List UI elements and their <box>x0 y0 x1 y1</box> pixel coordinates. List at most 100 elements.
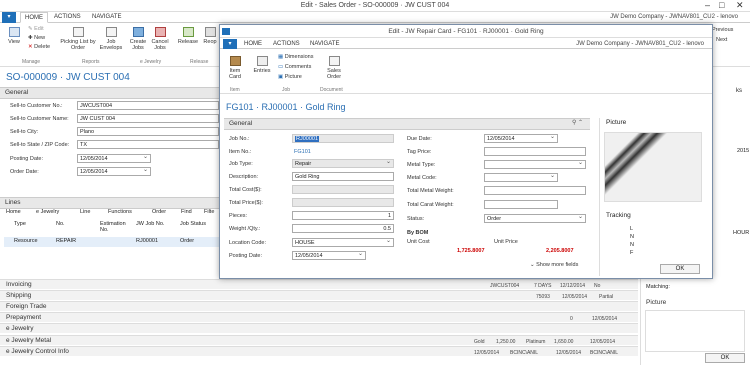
posting-date-select[interactable]: 12/05/2014 <box>292 250 366 260</box>
lines-tool-ejewelry[interactable]: e Jewelry <box>36 209 59 215</box>
lines-tool-home[interactable]: Home <box>6 209 21 215</box>
item-card-label: Item Card <box>229 68 241 80</box>
dialog-tab-home[interactable]: HOME <box>240 39 266 49</box>
field-label: Sell-to Customer No.: <box>10 103 63 109</box>
weight-input[interactable]: 0.5 <box>292 224 394 233</box>
dialog-ribbon: Item Card Entries ▦ Dimensions ▭ Comment… <box>220 50 712 94</box>
posting-date-input[interactable]: 12/05/2014 <box>77 153 151 163</box>
general-fields: Sell-to Customer No.: JWCUST004 Sell-to … <box>0 99 220 181</box>
field-label: Weight /Qty.: <box>229 226 261 232</box>
sales-order-button[interactable]: Sales Order <box>324 56 344 80</box>
fasttab-5[interactable]: e Jewelry Metal Gold 1,250.00 Platinum 1,650… <box>0 335 638 345</box>
previous-button[interactable]: Previous <box>712 27 733 33</box>
lines-section-header[interactable]: Lines <box>0 197 219 209</box>
pieces-input[interactable]: 1 <box>292 211 394 220</box>
dialog-tab-navigate[interactable]: NAVIGATE <box>306 39 343 49</box>
customer-name-input[interactable]: JW CUST 004 <box>77 114 219 123</box>
item-card-button[interactable]: Item Card <box>226 56 244 80</box>
tab-home[interactable]: HOME <box>20 12 48 23</box>
fasttab-label: Invoicing <box>6 281 32 288</box>
lines-toolbar: Home e Jewelry Line Functions Order Find… <box>4 209 219 218</box>
lines-tool-line[interactable]: Line <box>80 209 90 215</box>
state-input[interactable]: TX <box>77 140 219 149</box>
tracking-row: L <box>630 226 634 232</box>
picking-list-button[interactable]: Picking List by Order <box>60 27 96 51</box>
item-card-icon <box>229 56 241 66</box>
field-label: Total Price($): <box>229 200 263 206</box>
right-ok-button[interactable]: OK <box>705 353 745 363</box>
close-button[interactable]: ✕ <box>736 0 744 11</box>
due-date-select[interactable]: 12/05/2014 <box>484 133 558 143</box>
description-input[interactable]: Gold Ring <box>292 172 394 181</box>
dialog-general-tools[interactable]: ⚲ ⌃ <box>572 119 583 126</box>
fasttab-value: 12/05/2014 <box>474 350 500 356</box>
field-label: Sell-to Customer Name: <box>10 116 69 122</box>
show-more-fields-link[interactable]: ⌄ Show more fields <box>530 262 578 268</box>
dialog-ok-button[interactable]: OK <box>660 264 700 274</box>
tag-price-input[interactable] <box>484 147 586 156</box>
dialog-tab-actions[interactable]: ACTIONS <box>269 39 304 49</box>
maximize-button[interactable]: □ <box>719 0 724 11</box>
release-button[interactable]: Release <box>177 27 199 45</box>
file-menu-button[interactable]: ▾ <box>2 12 16 23</box>
repair-card-dialog: Edit - JW Repair Card - FG101 · RJ00001 … <box>219 24 713 279</box>
unit-price-value: 2,205.8007 <box>546 248 574 254</box>
edit-button[interactable]: ✎ Edit <box>28 26 44 32</box>
bom-title: By BOM <box>407 230 429 236</box>
fasttab-4[interactable]: e Jewelry <box>0 323 638 333</box>
field-label: Pieces: <box>229 213 248 219</box>
minimize-button[interactable]: – <box>705 0 710 11</box>
total-price-input[interactable] <box>292 198 394 207</box>
lines-tool-functions[interactable]: Functions <box>108 209 132 215</box>
reopen-button[interactable]: Reop <box>202 27 218 45</box>
new-button[interactable]: ✚ New <box>28 35 45 41</box>
right-picture-header[interactable]: Picture <box>641 298 750 308</box>
tracking-row: N <box>630 234 634 240</box>
customer-no-input[interactable]: JWCUST004 <box>77 101 219 110</box>
cancel-jobs-button[interactable]: Cancel Jobs <box>150 27 170 51</box>
entries-button[interactable]: Entries <box>252 56 272 74</box>
col-no: No. <box>56 221 65 227</box>
city-input[interactable]: Plano <box>77 127 219 136</box>
tab-actions[interactable]: ACTIONS <box>50 12 85 23</box>
fasttab-6[interactable]: e Jewelry Control Info 12/05/2014 BCINC\AN… <box>0 346 638 356</box>
create-jobs-icon <box>132 27 144 37</box>
status-select[interactable]: Order <box>484 213 586 223</box>
factbox-picture-header[interactable]: Picture <box>606 119 626 126</box>
fasttab-1[interactable]: Shipping 75093 12/05/2014 Partial <box>0 290 638 300</box>
picture-button[interactable]: ▣ Picture <box>278 74 302 80</box>
total-carat-weight-input[interactable] <box>484 200 558 209</box>
lines-tool-order[interactable]: Order <box>152 209 166 215</box>
fasttab-3[interactable]: Prepayment 0 12/05/2014 <box>0 312 638 322</box>
location-code-select[interactable]: HOUSE <box>292 237 394 247</box>
item-no-link[interactable]: FG101 <box>294 149 311 155</box>
dialog-file-menu[interactable]: ▾ <box>223 39 237 49</box>
view-button[interactable]: View <box>4 27 24 45</box>
metal-code-select[interactable] <box>484 172 558 182</box>
unit-cost-label: Unit Cost <box>407 239 430 245</box>
order-date-input[interactable]: 12/05/2014 <box>77 166 151 176</box>
view-label: View <box>8 39 20 45</box>
window-title: Edit - Sales Order - SO-000009 · JW CUST… <box>0 0 750 12</box>
col-job-no: JW Job No. <box>136 221 165 227</box>
fasttab-0[interactable]: Invoicing JWCUST004 7 DAYS 12/12/2014 No <box>0 279 638 289</box>
delete-button[interactable]: ✕ Delete <box>28 44 50 50</box>
tracking-header[interactable]: Tracking <box>606 212 631 219</box>
job-type-select[interactable]: Repair <box>292 158 394 168</box>
next-button[interactable]: Next <box>716 37 727 43</box>
dimensions-button[interactable]: ▦ Dimensions <box>278 54 313 60</box>
metal-type-select[interactable] <box>484 159 586 169</box>
tab-navigate[interactable]: NAVIGATE <box>88 12 125 23</box>
total-cost-input[interactable] <box>292 185 394 194</box>
job-envelops-button[interactable]: Job Envelops <box>98 27 124 51</box>
reopen-icon <box>204 27 216 37</box>
table-row[interactable]: Resource REPAIR RJ00001 Order <box>4 237 219 247</box>
comments-button[interactable]: ▭ Comments <box>278 64 311 70</box>
lines-tool-find[interactable]: Find <box>181 209 192 215</box>
job-no-input[interactable]: RJ00001 <box>292 134 394 143</box>
create-jobs-button[interactable]: Create Jobs <box>128 27 148 51</box>
cell-type: Resource <box>14 238 38 244</box>
fasttab-2[interactable]: Foreign Trade <box>0 301 638 311</box>
lines-tool-filter[interactable]: Filte <box>204 209 214 215</box>
total-metal-weight-input[interactable] <box>484 186 586 195</box>
